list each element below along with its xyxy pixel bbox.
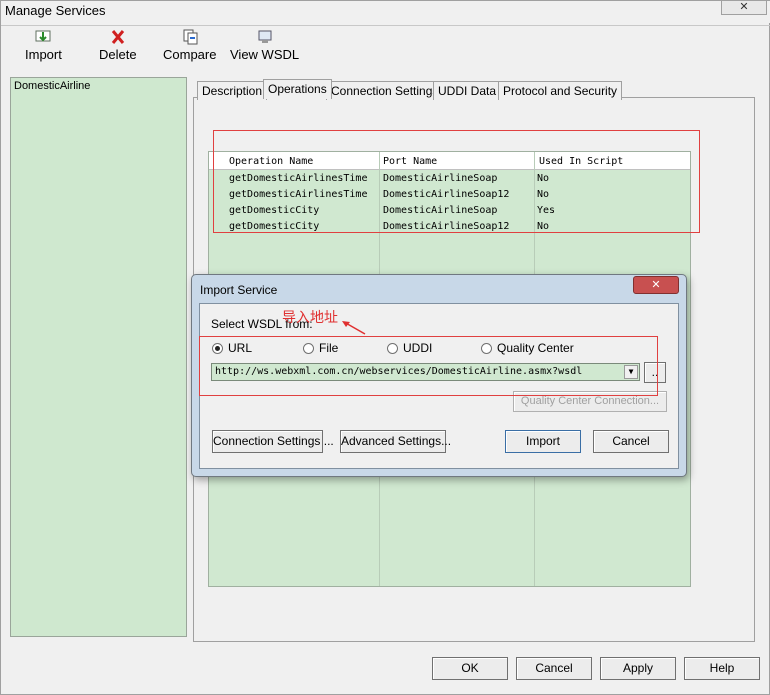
import-toolbar-button[interactable]: Import: [25, 29, 62, 62]
compare-icon: [183, 29, 198, 45]
title-bar: Manage Services ✕: [1, 1, 770, 23]
toolbar-divider: [1, 25, 770, 26]
services-list[interactable]: DomesticAirline: [10, 77, 187, 637]
delete-toolbar-button[interactable]: Delete: [99, 29, 137, 62]
tab-connection-settings[interactable]: Connection Settings: [326, 81, 444, 100]
view-wsdl-icon: [258, 30, 272, 43]
ok-button[interactable]: OK: [432, 657, 508, 680]
compare-toolbar-button[interactable]: Compare: [163, 29, 216, 62]
window-close-button[interactable]: ✕: [721, 1, 767, 15]
compare-label: Compare: [163, 47, 217, 62]
tab-description[interactable]: Description: [197, 81, 268, 100]
footer-cancel-button[interactable]: Cancel: [516, 657, 592, 680]
annotation-arrow-icon: [342, 321, 366, 335]
apply-button[interactable]: Apply: [600, 657, 676, 680]
list-item[interactable]: DomesticAirline: [14, 80, 90, 92]
cancel-button[interactable]: Cancel: [593, 430, 669, 453]
manage-services-window: Manage Services ✕ Import Delete Compare …: [0, 0, 770, 695]
view-wsdl-toolbar-button[interactable]: View WSDL: [230, 29, 299, 62]
tab-uddi-data[interactable]: UDDI Data: [433, 81, 502, 100]
window-title: Manage Services: [5, 3, 106, 18]
delete-label: Delete: [99, 47, 137, 62]
delete-icon: [111, 30, 124, 44]
view-wsdl-label: View WSDL: [230, 47, 300, 62]
annotation-highlight-box: [199, 336, 658, 396]
dialog-title: Import Service: [200, 283, 278, 297]
help-button[interactable]: Help: [684, 657, 760, 680]
dialog-close-button[interactable]: ✕: [633, 276, 679, 294]
import-label: Import: [25, 47, 62, 62]
tab-protocol-and-security[interactable]: Protocol and Security: [498, 81, 623, 100]
import-icon: [35, 30, 51, 42]
tab-operations[interactable]: Operations: [263, 79, 332, 99]
connection-settings-button[interactable]: Connection Settings ...: [212, 430, 334, 453]
advanced-settings-button[interactable]: Advanced Settings...: [340, 430, 451, 453]
annotation-text: 导入地址: [282, 309, 338, 325]
annotation-highlight-box: [213, 130, 700, 233]
import-button[interactable]: Import: [505, 430, 581, 453]
